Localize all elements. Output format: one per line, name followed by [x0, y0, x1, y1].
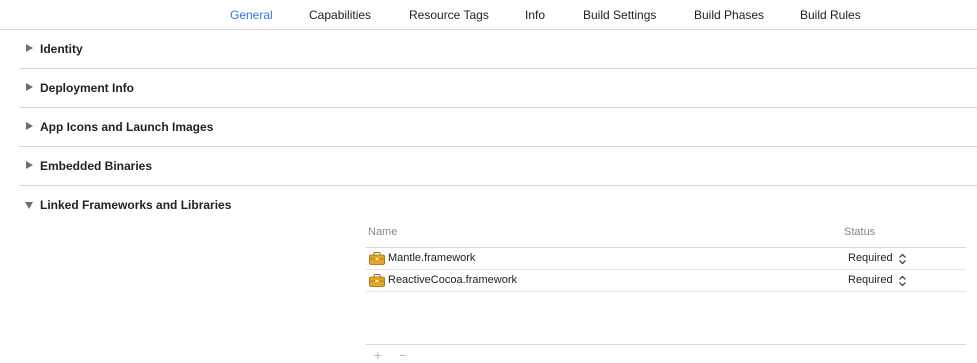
general-settings-panel: Identity Deployment Info App Icons and L…	[0, 30, 977, 363]
column-header-name[interactable]: Name	[368, 226, 397, 238]
framework-status[interactable]: Required	[848, 274, 893, 286]
tab-build-phases[interactable]: Build Phases	[694, 8, 764, 22]
column-header-status[interactable]: Status	[844, 226, 875, 238]
disclosure-triangle-right-icon[interactable]	[26, 122, 33, 130]
disclosure-triangle-right-icon[interactable]	[26, 161, 33, 169]
section-title-app-icons: App Icons and Launch Images	[40, 120, 214, 134]
table-row[interactable]: ReactiveCocoa.framework Required	[366, 270, 966, 292]
row-divider	[366, 291, 966, 292]
section-embedded-binaries[interactable]: Embedded Binaries	[0, 147, 977, 186]
section-title-deployment-info: Deployment Info	[40, 81, 135, 95]
popup-stepper-icon[interactable]	[898, 275, 907, 287]
section-app-icons[interactable]: App Icons and Launch Images	[0, 108, 977, 147]
remove-framework-button[interactable]: −	[396, 347, 410, 363]
tab-bar: General Capabilities Resource Tags Info …	[0, 0, 977, 30]
section-title-identity: Identity	[40, 42, 83, 56]
section-linked-frameworks[interactable]: Linked Frameworks and Libraries	[0, 186, 977, 225]
section-deployment-info[interactable]: Deployment Info	[0, 69, 977, 108]
disclosure-triangle-down-icon[interactable]	[25, 202, 33, 209]
disclosure-triangle-right-icon[interactable]	[26, 83, 33, 91]
table-row[interactable]: Mantle.framework Required	[366, 248, 966, 270]
section-title-linked-frameworks: Linked Frameworks and Libraries	[40, 198, 232, 212]
add-framework-button[interactable]: +	[371, 347, 385, 363]
tab-build-settings[interactable]: Build Settings	[583, 8, 656, 22]
framework-toolbox-icon	[369, 252, 385, 265]
tab-capabilities[interactable]: Capabilities	[309, 8, 371, 22]
framework-status[interactable]: Required	[848, 252, 893, 264]
framework-name: ReactiveCocoa.framework	[388, 274, 517, 286]
tab-build-rules[interactable]: Build Rules	[800, 8, 861, 22]
framework-name: Mantle.framework	[388, 252, 476, 264]
section-identity[interactable]: Identity	[0, 30, 977, 69]
tab-info[interactable]: Info	[525, 8, 545, 22]
section-title-embedded-binaries: Embedded Binaries	[40, 159, 153, 173]
framework-toolbox-icon	[369, 274, 385, 287]
tab-general[interactable]: General	[230, 8, 273, 22]
disclosure-triangle-right-icon[interactable]	[26, 44, 33, 52]
popup-stepper-icon[interactable]	[898, 253, 907, 265]
tab-resource-tags[interactable]: Resource Tags	[409, 8, 489, 22]
